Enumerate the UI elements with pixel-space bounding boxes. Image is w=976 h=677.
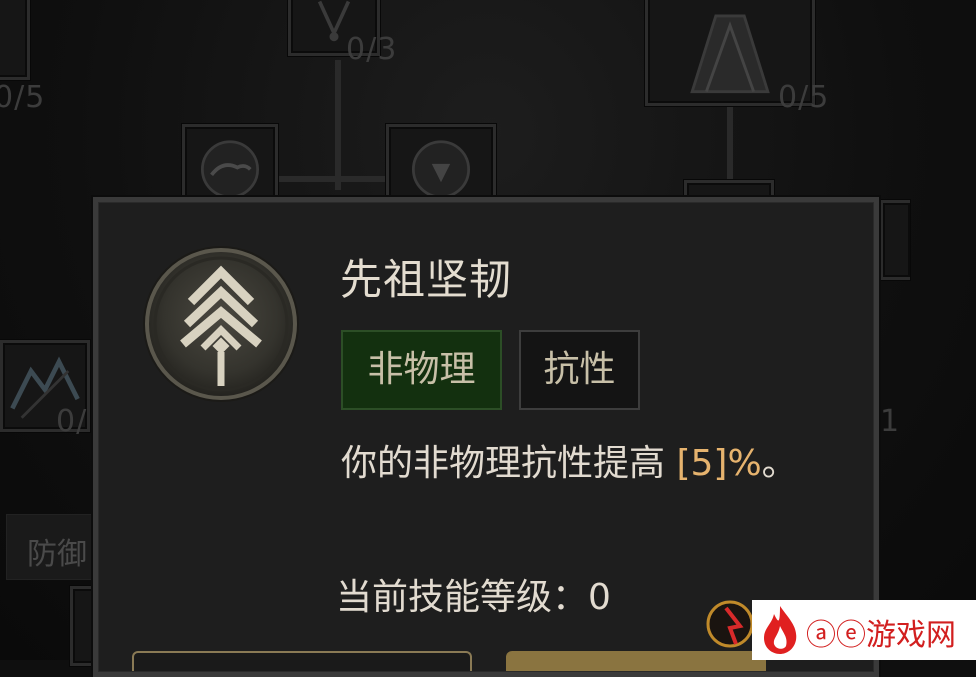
tooltip-action-button-left[interactable] bbox=[132, 651, 472, 671]
flame-logo-icon bbox=[758, 604, 802, 656]
site-watermark: ⓐⓔ游戏网 bbox=[752, 600, 976, 660]
skill-title: 先祖坚韧 bbox=[340, 255, 513, 304]
notification-badge-icon bbox=[700, 594, 754, 654]
description-value: [5]% bbox=[676, 443, 762, 484]
node-rank-count: 0/5 bbox=[778, 80, 830, 115]
node-rank-count: 0/3 bbox=[346, 32, 398, 67]
description-prefix: 你的非物理抗性提高 bbox=[341, 443, 677, 484]
watermark-text: ⓐⓔ游戏网 bbox=[806, 618, 956, 653]
tree-connector bbox=[727, 105, 733, 185]
skill-node[interactable] bbox=[182, 124, 278, 200]
node-rank-count: 1 bbox=[880, 404, 901, 439]
skill-description: 你的非物理抗性提高 [5]%。 bbox=[341, 434, 798, 486]
skill-node[interactable] bbox=[0, 0, 30, 80]
tree-connector bbox=[335, 60, 341, 190]
category-label-defense[interactable]: 防御 bbox=[6, 514, 106, 580]
ancestral-chevron-icon bbox=[141, 244, 301, 404]
node-rank-count: 0/ bbox=[56, 404, 88, 439]
current-skill-level: 当前技能等级：0 bbox=[336, 577, 611, 618]
tag-non-physical: 非物理 bbox=[341, 330, 502, 410]
skill-node[interactable] bbox=[386, 124, 496, 200]
node-rank-count: 0/5 bbox=[0, 80, 46, 115]
description-suffix: 。 bbox=[761, 443, 798, 484]
tag-resistance: 抗性 bbox=[519, 330, 640, 410]
skill-node[interactable] bbox=[880, 200, 910, 280]
category-label-text: 防御 bbox=[27, 537, 87, 572]
